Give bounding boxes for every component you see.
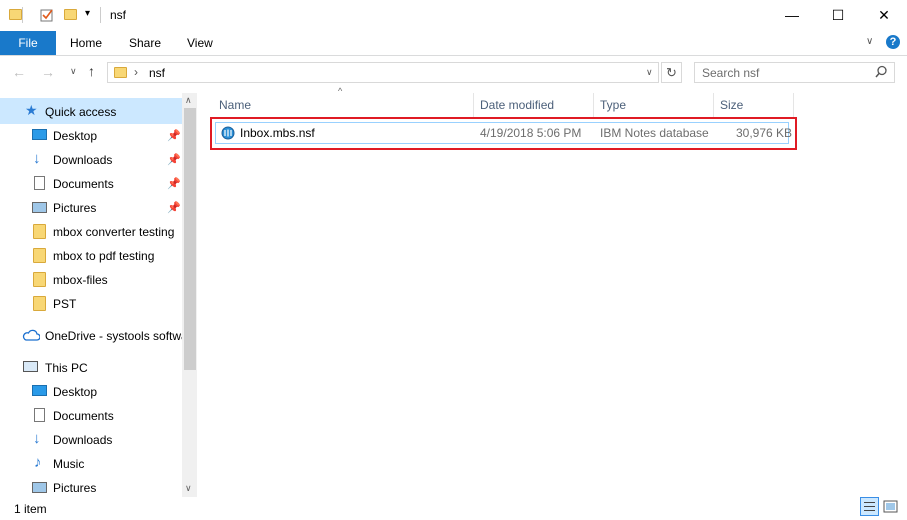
music-note-icon: ♪	[34, 454, 42, 471]
expand-ribbon-icon[interactable]: ∨	[866, 36, 873, 47]
forward-arrow-icon[interactable]: →	[41, 64, 55, 80]
documents-icon	[34, 408, 45, 422]
back-arrow-icon[interactable]: ←	[12, 64, 26, 80]
new-folder-icon[interactable]	[64, 9, 77, 20]
star-icon: ★	[25, 102, 38, 118]
nav-item-documents[interactable]: Documents 📌	[0, 172, 182, 196]
tab-view[interactable]: View	[187, 31, 213, 55]
nav-item-folder[interactable]: mbox-files	[0, 268, 182, 292]
pin-icon: 📌	[167, 130, 181, 142]
tab-home[interactable]: Home	[70, 31, 102, 55]
scroll-up-icon[interactable]: ∧	[185, 95, 192, 106]
recent-locations-icon[interactable]: ∨	[70, 66, 77, 77]
pin-icon: 📌	[167, 178, 181, 190]
nav-item-pictures[interactable]: Pictures	[0, 476, 182, 500]
pictures-icon	[32, 482, 47, 493]
chevron-down-icon[interactable]: ∨	[646, 67, 653, 78]
desktop-icon	[32, 385, 47, 396]
folder-icon	[33, 296, 46, 311]
download-arrow-icon: ↓	[33, 150, 41, 167]
cloud-icon	[22, 329, 41, 344]
refresh-button[interactable]: ↻	[661, 62, 682, 83]
search-input[interactable]	[695, 64, 867, 81]
column-divider[interactable]	[793, 93, 794, 117]
download-arrow-icon: ↓	[33, 430, 41, 447]
properties-icon[interactable]	[40, 8, 54, 25]
folder-icon	[33, 224, 46, 239]
pin-icon: 📌	[167, 202, 181, 214]
separator	[22, 7, 23, 23]
nav-item-music[interactable]: ♪ Music	[0, 452, 182, 476]
search-box[interactable]	[694, 62, 895, 83]
nav-item-desktop[interactable]: Desktop	[0, 380, 182, 404]
nav-item-quick-access[interactable]: ★ Quick access	[0, 99, 182, 123]
nav-item-downloads[interactable]: ↓ Downloads 📌	[0, 148, 182, 172]
column-header-type[interactable]: Type	[600, 93, 626, 117]
breadcrumb-separator-icon: ›	[134, 65, 138, 79]
pictures-icon	[32, 202, 47, 213]
nav-item-documents[interactable]: Documents	[0, 404, 182, 428]
window-title: nsf	[110, 8, 127, 22]
nav-item-this-pc[interactable]: This PC	[0, 356, 182, 380]
desktop-icon	[32, 129, 47, 140]
column-header-date-modified[interactable]: Date modified	[480, 93, 554, 117]
folder-icon	[9, 9, 22, 20]
nav-item-folder[interactable]: mbox to pdf testing	[0, 244, 182, 268]
folder-icon	[114, 67, 127, 78]
up-arrow-icon[interactable]: ↑	[88, 63, 95, 79]
sort-up-icon: ^	[338, 86, 343, 96]
scroll-thumb[interactable]	[184, 108, 196, 370]
search-icon[interactable]	[875, 65, 888, 82]
computer-icon	[23, 361, 38, 372]
scroll-down-icon[interactable]: ∨	[185, 483, 192, 494]
highlight-annotation	[210, 117, 797, 150]
breadcrumb-item[interactable]: nsf	[149, 66, 165, 80]
folder-icon	[33, 248, 46, 263]
nav-item-desktop[interactable]: Desktop 📌	[0, 124, 182, 148]
column-divider[interactable]	[473, 93, 474, 117]
nav-item-folder[interactable]: mbox converter testing	[0, 220, 182, 244]
folder-icon	[33, 272, 46, 287]
status-item-count: 1 item	[14, 502, 47, 516]
nav-item-downloads[interactable]: ↓ Downloads	[0, 428, 182, 452]
column-divider[interactable]	[713, 93, 714, 117]
column-header-size[interactable]: Size	[720, 93, 743, 117]
minimize-button[interactable]: —	[769, 0, 815, 31]
nav-item-folder[interactable]: PST	[0, 292, 182, 316]
column-divider[interactable]	[593, 93, 594, 117]
details-view-button[interactable]	[860, 497, 879, 516]
maximize-button[interactable]: ☐	[815, 0, 861, 31]
nav-item-pictures[interactable]: Pictures 📌	[0, 196, 182, 220]
tab-file[interactable]: File	[0, 31, 56, 55]
nav-item-onedrive[interactable]: OneDrive - systools softwa	[0, 324, 182, 348]
chevron-down-icon[interactable]: ▾	[85, 8, 90, 19]
tab-share[interactable]: Share	[129, 31, 161, 55]
large-icons-view-button[interactable]	[881, 497, 900, 516]
close-button[interactable]: ✕	[861, 0, 907, 31]
column-header-name[interactable]: Name	[219, 93, 251, 117]
help-icon[interactable]: ?	[886, 35, 900, 49]
separator	[100, 7, 101, 23]
documents-icon	[34, 176, 45, 190]
address-bar[interactable]: › nsf ∨	[107, 62, 659, 83]
pin-icon: 📌	[167, 154, 181, 166]
